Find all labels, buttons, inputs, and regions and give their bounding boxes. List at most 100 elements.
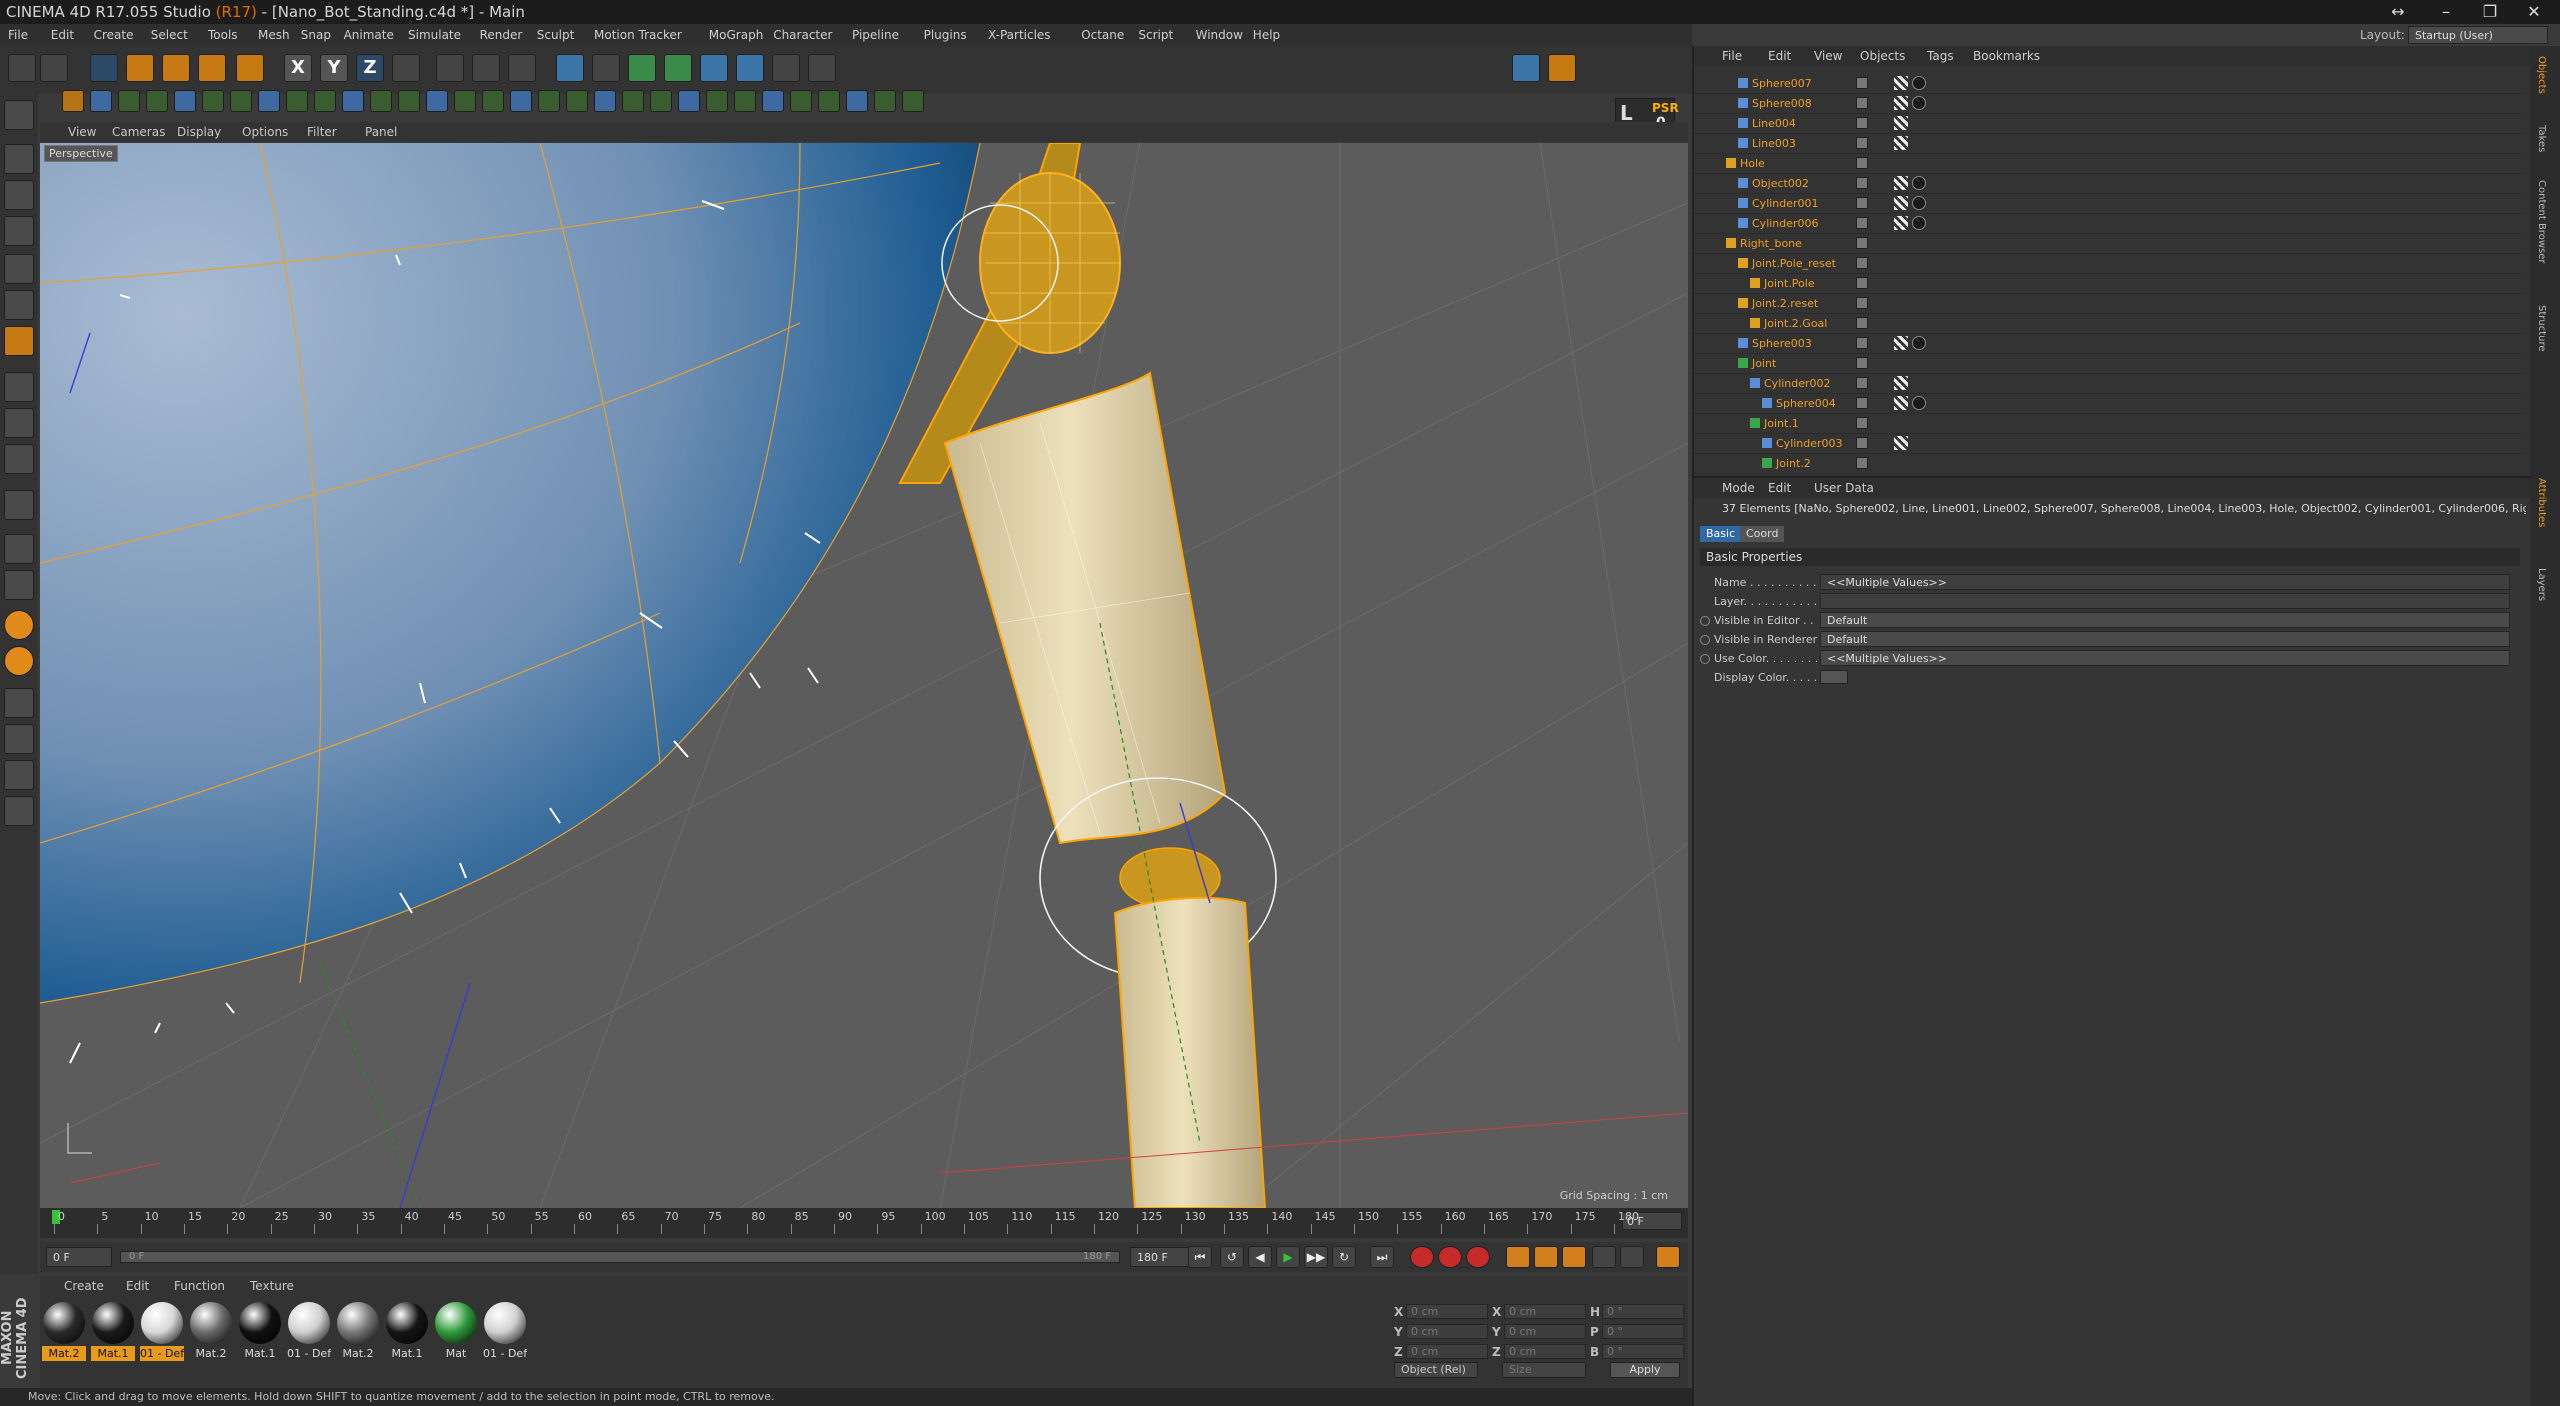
object-name[interactable]: Cylinder003 [1776,437,1843,450]
coordinate-mode-dropdown[interactable]: Object (Rel) [1394,1362,1478,1378]
object-row[interactable]: Cylinder003 [1694,434,2524,454]
menu-help[interactable]: Help [1253,28,1280,42]
texture-tag-icon[interactable] [1894,216,1908,230]
timeline-ruler[interactable]: 0 F 0 5 10 15 20 25 30 35 40 45 50 55 60 65 70 75 80 85 90… [40,1208,1688,1238]
workplane-lock-icon[interactable] [4,570,34,600]
menu-animate[interactable]: Animate [344,28,394,42]
object-name[interactable]: Sphere007 [1752,77,1812,90]
menu-sculpt[interactable]: Sculpt [537,28,574,42]
sphere-lines-icon[interactable] [4,646,34,676]
menu-file[interactable]: File [8,28,28,42]
deformer-icon[interactable] [700,54,728,82]
material-swatch[interactable]: 01 - Def [140,1302,184,1361]
menu-octane[interactable]: Octane [1081,28,1124,42]
snap-tool-icon[interactable] [706,90,728,112]
attribute-value[interactable]: Default [1820,612,2510,628]
snap-tool-icon[interactable] [510,90,532,112]
tab-coord[interactable]: Coord [1740,526,1785,542]
coordinate-field[interactable]: 0 ° [1602,1304,1684,1319]
visibility-toggle[interactable] [1856,97,1868,109]
snap-tool-icon[interactable] [342,90,364,112]
snap-tool-icon[interactable] [202,90,224,112]
snap-tool-icon[interactable] [398,90,420,112]
coordinate-system-icon[interactable] [392,54,420,82]
paint-icon[interactable] [4,688,34,718]
material-tag-icon[interactable] [1912,196,1926,210]
attribute-value[interactable]: <<Multiple Values>> [1820,650,2510,666]
object-row[interactable]: Cylinder006 [1694,214,2524,234]
workplane-icon[interactable] [4,216,34,246]
tweak-icon[interactable] [4,408,34,438]
object-name[interactable]: Line004 [1752,117,1796,130]
perspective-viewport[interactable]: Perspective Grid Spacing : 1 cm [40,143,1688,1208]
snap-grid-icon[interactable] [4,534,34,564]
menu-simulate[interactable]: Simulate [408,28,461,42]
viewport-menu-display[interactable]: Display [177,125,221,139]
object-row[interactable]: Joint [1694,354,2524,374]
object-row[interactable]: Sphere007 [1694,74,2524,94]
object-row[interactable]: Joint.2 [1694,454,2524,474]
viewport-menu-panel[interactable]: Panel [365,125,397,139]
snap-tool-icon[interactable] [62,90,84,112]
position-key-icon[interactable] [1506,1246,1530,1268]
object-name[interactable]: Sphere008 [1752,97,1812,110]
object-menu-file[interactable]: File [1722,49,1742,63]
visibility-toggle[interactable] [1856,397,1868,409]
add-object-icon[interactable] [236,54,264,82]
model-mode-icon[interactable] [4,144,34,174]
play-backwards-button[interactable]: ◀ [1248,1246,1272,1268]
apply-button[interactable]: Apply [1610,1362,1680,1378]
object-row[interactable]: Joint.Pole [1694,274,2524,294]
visibility-toggle[interactable] [1856,157,1868,169]
snap-tool-icon[interactable] [174,90,196,112]
visibility-toggle[interactable] [1856,317,1868,329]
snap-tool-icon[interactable] [874,90,896,112]
object-row[interactable]: Line004 [1694,114,2524,134]
rotate-icon[interactable] [198,54,226,82]
snap-tool-icon[interactable] [146,90,168,112]
object-name[interactable]: Cylinder006 [1752,217,1819,230]
snap-tool-icon[interactable] [230,90,252,112]
texture-tag-icon[interactable] [1894,196,1908,210]
attribute-value[interactable]: <<Multiple Values>> [1820,574,2510,590]
snap-tool-icon[interactable] [818,90,840,112]
point-level-key-icon[interactable] [1620,1246,1644,1268]
object-name[interactable]: Object002 [1752,177,1809,190]
object-row[interactable]: Joint.1 [1694,414,2524,434]
snap-tool-icon[interactable] [314,90,336,112]
object-row[interactable]: Sphere004 [1694,394,2524,414]
material-tag-icon[interactable] [1912,176,1926,190]
viewport-menu-view[interactable]: View [68,125,96,139]
subdivision-icon[interactable] [628,54,656,82]
visibility-toggle[interactable] [1856,457,1868,469]
viewport-menu-filter[interactable]: Filter [307,125,337,139]
record-active-icon[interactable] [1410,1246,1434,1268]
undo-icon[interactable] [8,54,36,82]
visibility-toggle[interactable] [1856,437,1868,449]
visibility-toggle[interactable] [1856,417,1868,429]
material-swatch[interactable]: Mat [434,1302,478,1361]
snap-tool-icon[interactable] [118,90,140,112]
points-mode-icon[interactable] [4,254,34,284]
menu-mesh[interactable]: Mesh [258,28,290,42]
scale-icon[interactable] [162,54,190,82]
snap-tool-icon[interactable] [650,90,672,112]
object-menu-bookmarks[interactable]: Bookmarks [1973,49,2040,63]
object-row[interactable]: Cylinder001 [1694,194,2524,214]
play-forward-button[interactable]: ▶ [1276,1246,1300,1268]
object-menu-objects[interactable]: Objects [1860,49,1905,63]
y-axis-button[interactable]: Y [320,54,348,82]
animate-parameter-radio[interactable] [1700,654,1710,664]
snap-tool-icon[interactable] [286,90,308,112]
scale-key-icon[interactable] [1534,1246,1558,1268]
material-swatch[interactable]: Mat.1 [238,1302,282,1361]
render-region-icon[interactable] [4,796,34,826]
solo-icon[interactable] [4,444,34,474]
snap-tool-icon[interactable] [678,90,700,112]
visibility-toggle[interactable] [1856,257,1868,269]
keyframe-selection-icon[interactable] [1466,1246,1490,1268]
visibility-toggle[interactable] [1856,197,1868,209]
object-row[interactable]: Hole [1694,154,2524,174]
move-icon[interactable] [126,54,154,82]
object-menu-edit[interactable]: Edit [1768,49,1791,63]
